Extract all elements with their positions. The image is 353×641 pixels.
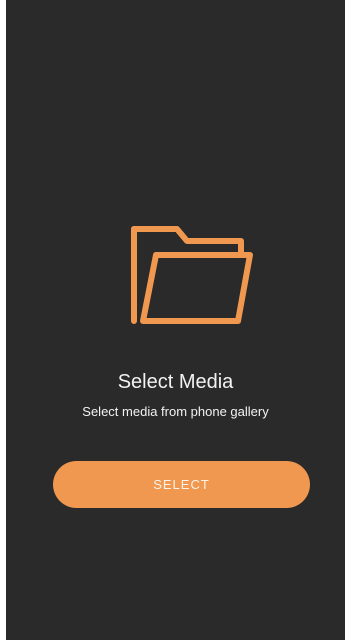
page-subtitle: Select media from phone gallery	[82, 404, 269, 419]
folder-open-icon	[131, 226, 253, 324]
select-button[interactable]: SELECT	[53, 461, 310, 508]
select-media-screen: Select Media Select media from phone gal…	[6, 0, 345, 640]
page-title: Select Media	[117, 371, 234, 393]
